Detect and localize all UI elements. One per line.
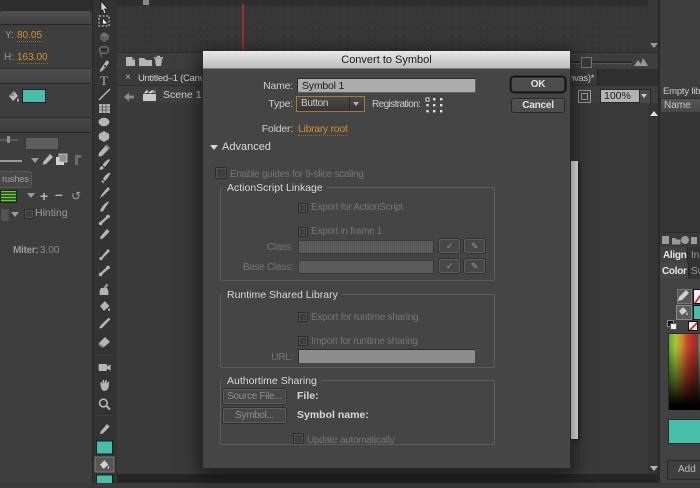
svg-text:T: T [100, 73, 108, 88]
